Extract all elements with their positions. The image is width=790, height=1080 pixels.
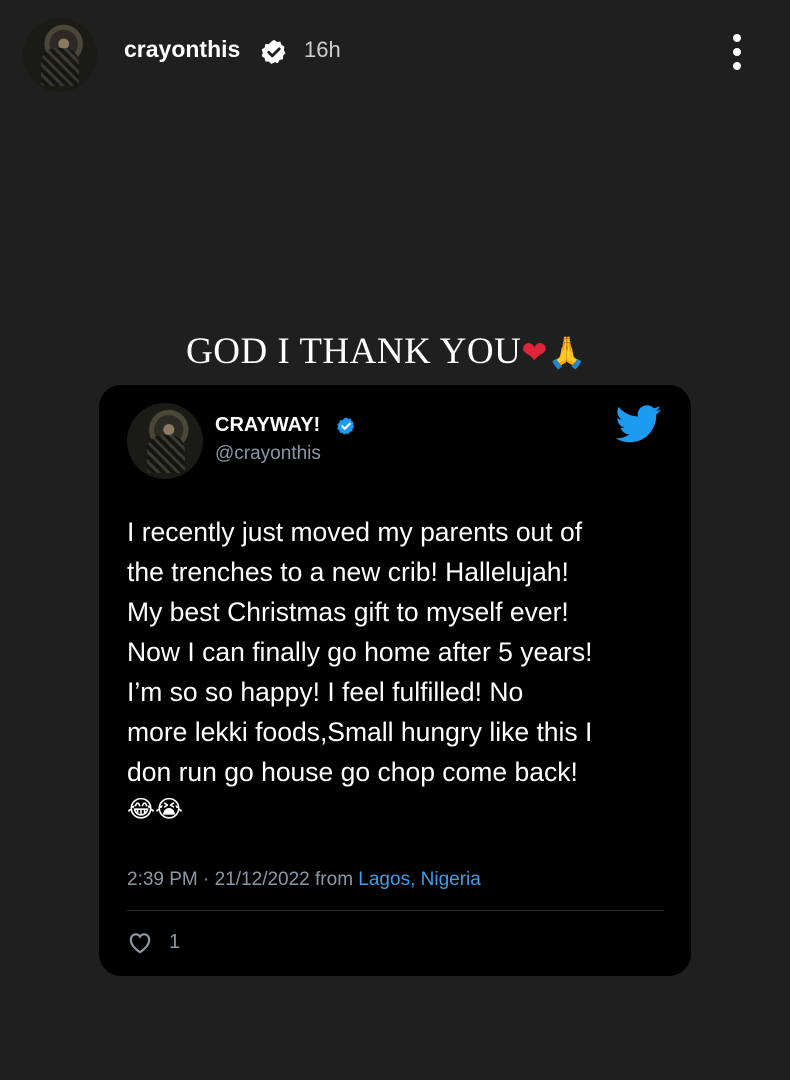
story-avatar[interactable]: [23, 18, 97, 92]
tweet-handle: @crayonthis: [215, 443, 321, 464]
tweet-card[interactable]: CRAYWAY! @crayonthis I recently just mov…: [99, 385, 691, 976]
praying-hands-emoji-icon: 🙏: [547, 335, 587, 371]
twitter-bird-icon: [616, 405, 662, 443]
divider: [127, 910, 664, 911]
tweet-emojis: 😂😭: [127, 795, 184, 823]
like-count: 1: [169, 931, 181, 953]
tweet-avatar: [127, 403, 203, 479]
tweet-meta: 2:39 PM · 21/12/2022 from Lagos, Nigeria: [127, 869, 481, 891]
heart-outline-icon[interactable]: [127, 930, 153, 956]
tweet-text-line: don run go house go chop come back!: [127, 757, 578, 787]
tweet-timestamp: 2:39 PM · 21/12/2022 from: [127, 869, 359, 890]
verified-icon: [261, 39, 286, 65]
tweet-verified-icon: [337, 417, 355, 435]
caption-text: GOD I THANK YOU: [186, 331, 522, 372]
story-header: crayonthis 16h: [0, 0, 790, 100]
story-username[interactable]: crayonthis: [124, 36, 240, 63]
tweet-location-link[interactable]: Lagos, Nigeria: [358, 869, 481, 890]
tweet-text-line: Now I can finally go home after 5 years!: [127, 637, 593, 667]
tweet-text-line: My best Christmas gift to myself ever!: [127, 597, 569, 627]
tweet-text-line: I’m so so happy! I feel fulfilled! No: [127, 677, 524, 707]
heart-emoji-icon: ❤: [521, 335, 548, 371]
tweet-text: I recently just moved my parents out of …: [127, 512, 672, 792]
more-options-icon[interactable]: [726, 34, 748, 74]
tweet-text-line: more lekki foods,Small hungry like this …: [127, 717, 593, 747]
story-time: 16h: [304, 37, 341, 62]
story-caption: GOD I THANK YOU❤🙏: [186, 330, 587, 373]
tweet-text-line: the trenches to a new crib! Hallelujah!: [127, 557, 569, 587]
tweet-text-line: I recently just moved my parents out of: [127, 517, 583, 547]
tweet-display-name: CRAYWAY!: [215, 414, 321, 436]
